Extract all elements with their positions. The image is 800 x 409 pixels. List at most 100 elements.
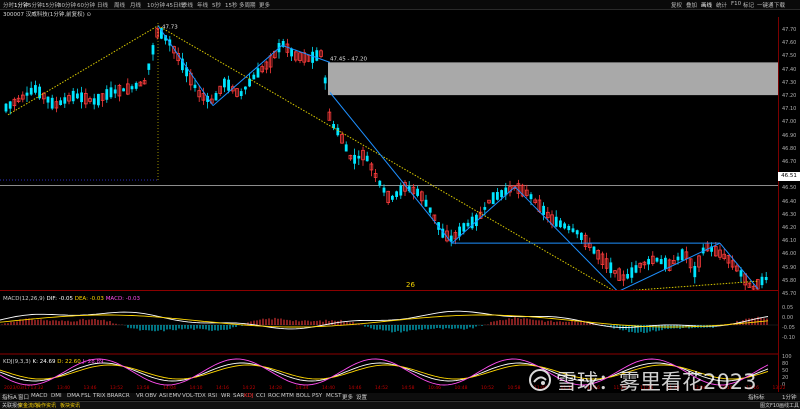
indicator-tab-4[interactable]: DMA [67, 393, 80, 399]
indicator-tab-8[interactable]: CR [122, 393, 130, 399]
range-price-label: 47.45 - 47.20 [330, 56, 367, 62]
candle-body [496, 191, 499, 200]
indicator-tab-14[interactable]: RSI [208, 393, 217, 399]
candle-body [575, 230, 579, 235]
toolbar-right-6[interactable]: 一键通 [757, 1, 774, 9]
price-axis-label: 47.60 [782, 40, 797, 47]
indicator-tab-13[interactable]: VOL-TDX [182, 393, 206, 399]
indicator-tab-20[interactable]: MTM [281, 393, 294, 399]
macd-axis-label: -0.05 [782, 325, 795, 331]
bar-count-label: 26 [406, 281, 415, 289]
candle-body [122, 88, 125, 92]
period-tab-4[interactable]: 30分钟 [58, 1, 76, 9]
indicator-tab-22[interactable]: PSY [312, 393, 322, 399]
period-tab-5[interactable]: 60分钟 [77, 1, 95, 9]
macd-dif: DIF: -0.05 [46, 296, 73, 302]
indicator-tab-10[interactable]: OBV [145, 393, 157, 399]
period-tab-0[interactable]: 分时 [3, 1, 14, 9]
indicator-tab-19[interactable]: ROC [268, 393, 280, 399]
period-tab-13[interactable]: 5秒 [212, 1, 221, 9]
indicator-tab-12[interactable]: EMV [169, 393, 181, 399]
period-tab-6[interactable]: 日线 [97, 1, 108, 9]
indicator-tab-6[interactable]: TRIX [93, 393, 106, 399]
period-tab-12[interactable]: 年线 [197, 1, 208, 9]
candle-body [764, 276, 768, 281]
candle-body [634, 265, 638, 273]
toolbar-right-0[interactable]: 复权 [671, 1, 682, 9]
candle-body [109, 87, 113, 98]
candle-body [147, 63, 151, 70]
toolbar-right-2[interactable]: 画线 [701, 1, 712, 9]
period-tab-7[interactable]: 周线 [114, 1, 125, 9]
period-tab-8[interactable]: 月线 [130, 1, 141, 9]
period-tab-9[interactable]: 10分钟 [147, 1, 165, 9]
candle-body [193, 84, 197, 89]
indicator-tab-24[interactable]: 更多 [342, 393, 353, 401]
indicator-tab-25[interactable]: 设置 [356, 393, 367, 401]
candle-body [424, 199, 428, 207]
candle-body [395, 191, 398, 197]
indicator-tab-2[interactable]: MACD [31, 393, 48, 399]
macd-name: MACD(12,26,9) [3, 296, 45, 302]
indicator-tab-3[interactable]: DMI [51, 393, 62, 399]
toolbar-right-1[interactable]: 叠加 [686, 1, 697, 9]
period-tab-16[interactable]: 更多 [259, 1, 270, 9]
toolbar-right-5[interactable]: 标记 [743, 1, 754, 9]
candle-body [59, 100, 62, 106]
time-axis-label: 13:22 [772, 386, 786, 391]
indicator-tab-5[interactable]: FSL [81, 393, 91, 399]
indicator-tab-9[interactable]: VR [136, 393, 144, 399]
snowball-logo-icon [529, 369, 551, 391]
indicator-tab-21[interactable]: BOLL [296, 393, 310, 399]
price-chart[interactable]: 47.7347.45 - 47.2045.7026 [0, 17, 778, 290]
macd-legend: MACD(12,26,9) DIF: -0.05 DEA: -0.03 MACD… [3, 296, 140, 302]
candle-body [466, 222, 470, 227]
indicator-tab-16[interactable]: SAR [233, 393, 244, 399]
time-axis-label: 14:40 [322, 386, 335, 391]
candle-body [97, 93, 100, 106]
candle-body [105, 89, 109, 100]
candle-body [580, 232, 583, 241]
price-axis-label: 46.10 [782, 238, 797, 245]
time-axis-label: 14:34 [295, 386, 309, 391]
current-price-tag: 46.51 [778, 172, 800, 181]
candle-body [378, 180, 382, 186]
blue-wave-5 [451, 186, 516, 244]
period-tab-2[interactable]: 5分钟 [28, 1, 43, 9]
candle-body [244, 86, 247, 90]
period-tab-14[interactable]: 15秒 [225, 1, 238, 9]
candle-body [130, 86, 134, 90]
indicator-tab-7[interactable]: BRAR [107, 393, 122, 399]
candle-body [239, 91, 243, 97]
indicator-tab-15[interactable]: WR [221, 393, 230, 399]
candle-body [529, 194, 533, 200]
toolbar-right-4[interactable]: F10 [731, 1, 741, 7]
candle-body [567, 225, 571, 231]
blue-wave-7 [620, 242, 721, 290]
candle-body [382, 187, 386, 193]
candle-body [76, 93, 79, 99]
toolbar-right-3[interactable]: 统计 [716, 1, 727, 9]
indicator-tab-11[interactable]: ASI [159, 393, 168, 399]
indicator-tab-23[interactable]: MCST [326, 393, 341, 399]
price-axis-label: 47.30 [782, 79, 797, 86]
price-axis-label: 46.70 [782, 159, 797, 165]
time-axis-label: 13:46 [83, 386, 97, 391]
indicator-tab-1[interactable]: 窗口 [18, 393, 29, 401]
price-axis-label: 45.80 [782, 277, 797, 284]
period-tab-1[interactable]: 1分钟 [14, 1, 29, 9]
candle-body [63, 97, 67, 104]
candle-body [50, 97, 54, 109]
candle-body [630, 267, 634, 278]
period-tab-11[interactable]: 季线 [182, 1, 193, 9]
indicator-tab-0[interactable]: 指标A [2, 393, 17, 401]
candle-body [336, 127, 340, 136]
time-axis-label: 13:40 [57, 386, 70, 391]
price-axis-label: 46.30 [782, 211, 797, 218]
candle-body [29, 87, 33, 95]
period-tab-15[interactable]: 多周期 [239, 1, 256, 9]
toolbar-right-7[interactable]: 下载 [774, 1, 785, 9]
indicator-tab-17[interactable]: KDJ [244, 393, 253, 399]
kdj-d: D: 22.60 [57, 359, 81, 365]
indicator-tab-18[interactable]: CCI [256, 393, 265, 399]
